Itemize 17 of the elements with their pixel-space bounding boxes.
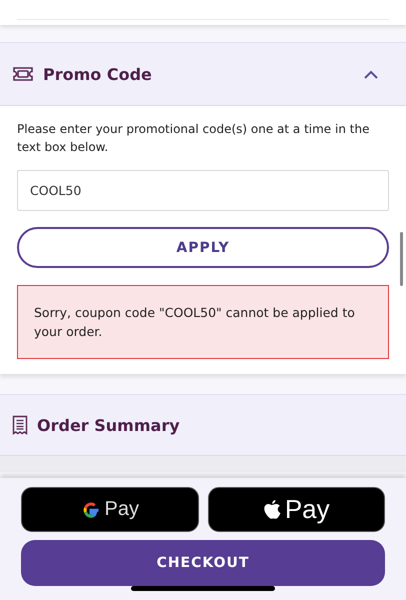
instructions-text: Please enter your promotional code(s) one at a time in the text box below. — [17, 121, 370, 156]
payment-button[interactable]: Pay — [21, 487, 198, 532]
section-header[interactable]: Order Summary — [0, 394, 406, 456]
ticket-icon — [12, 66, 34, 82]
section-header[interactable]: Promo Code — [0, 42, 406, 106]
receipt-icon — [12, 414, 28, 436]
error-message: Sorry, coupon code "COOL50" cannot be applied to your order. — [17, 285, 389, 359]
chevron-icon[interactable] — [364, 70, 378, 78]
promo-code-field[interactable]: COOL50 — [17, 170, 389, 211]
section-title: Promo Code — [43, 64, 153, 84]
apply-button[interactable]: APPLY — [17, 227, 389, 268]
apple-icon — [262, 499, 281, 520]
section-title: Order Summary — [37, 416, 181, 434]
checkout-button[interactable]: CHECKOUT — [21, 540, 385, 586]
scrollbar — [400, 232, 403, 286]
payment-button[interactable]: Pay — [208, 487, 385, 532]
google-g-icon — [80, 500, 101, 520]
